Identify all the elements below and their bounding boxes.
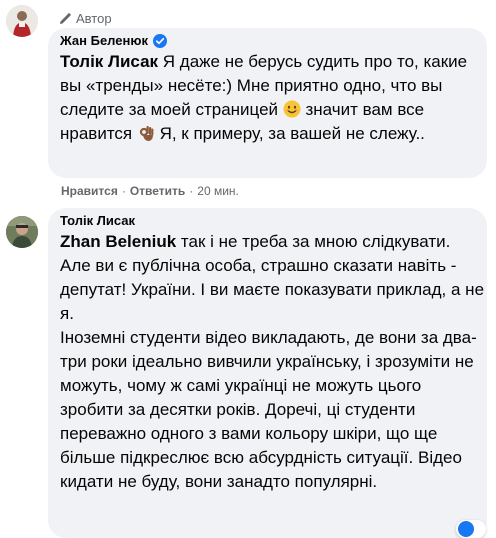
author-badge: Автор (58, 11, 112, 26)
comment-text-part-b: Іноземні студенти відео викладають, де в… (60, 328, 477, 491)
mention-link[interactable]: Толік Лисак (60, 52, 158, 71)
author-badge-label: Автор (76, 11, 112, 26)
avatar-tolik-lysak[interactable] (6, 216, 38, 248)
avatar-zhan-beleniuk[interactable] (6, 5, 38, 37)
separator: · (189, 184, 194, 198)
pencil-icon (60, 12, 71, 24)
separator: · (121, 184, 126, 198)
verified-badge-icon (152, 33, 167, 48)
comment-text-1: Толік Лисак Я даже не берусь судить про … (60, 50, 478, 146)
reaction-count[interactable] (456, 520, 486, 538)
author-name-link[interactable]: Жан Беленюк (60, 33, 148, 48)
like-button[interactable]: Нравится (61, 184, 118, 198)
smiling-face-icon (283, 100, 301, 118)
avatar-photo (6, 5, 38, 37)
comment-text-2: Zhan Beleniuk так і не треба за мною слі… (60, 230, 485, 494)
comment-author-name: Жан Беленюк (60, 33, 167, 48)
like-reaction-icon (458, 521, 474, 537)
mention-link[interactable]: Zhan Beleniuk (60, 232, 176, 251)
ok-hand-icon (139, 126, 154, 141)
comment-timestamp[interactable]: 20 мин. (197, 184, 239, 198)
author-name-link[interactable]: Толік Лисак (60, 213, 135, 228)
comment-actions-1: Нравится · Ответить · 20 мин. (61, 184, 239, 198)
comment-author-name: Толік Лисак (60, 213, 135, 228)
avatar-photo (6, 216, 38, 248)
comment-bubble-1: Жан Беленюк Толік Лисак Я даже не берусь… (48, 28, 487, 178)
reply-button[interactable]: Ответить (130, 184, 185, 198)
comment-text-part-c: Я, к примеру, за вашей не слежу.. (154, 124, 425, 143)
comment-bubble-2: Толік Лисак Zhan Beleniuk так і не треба… (48, 208, 487, 538)
